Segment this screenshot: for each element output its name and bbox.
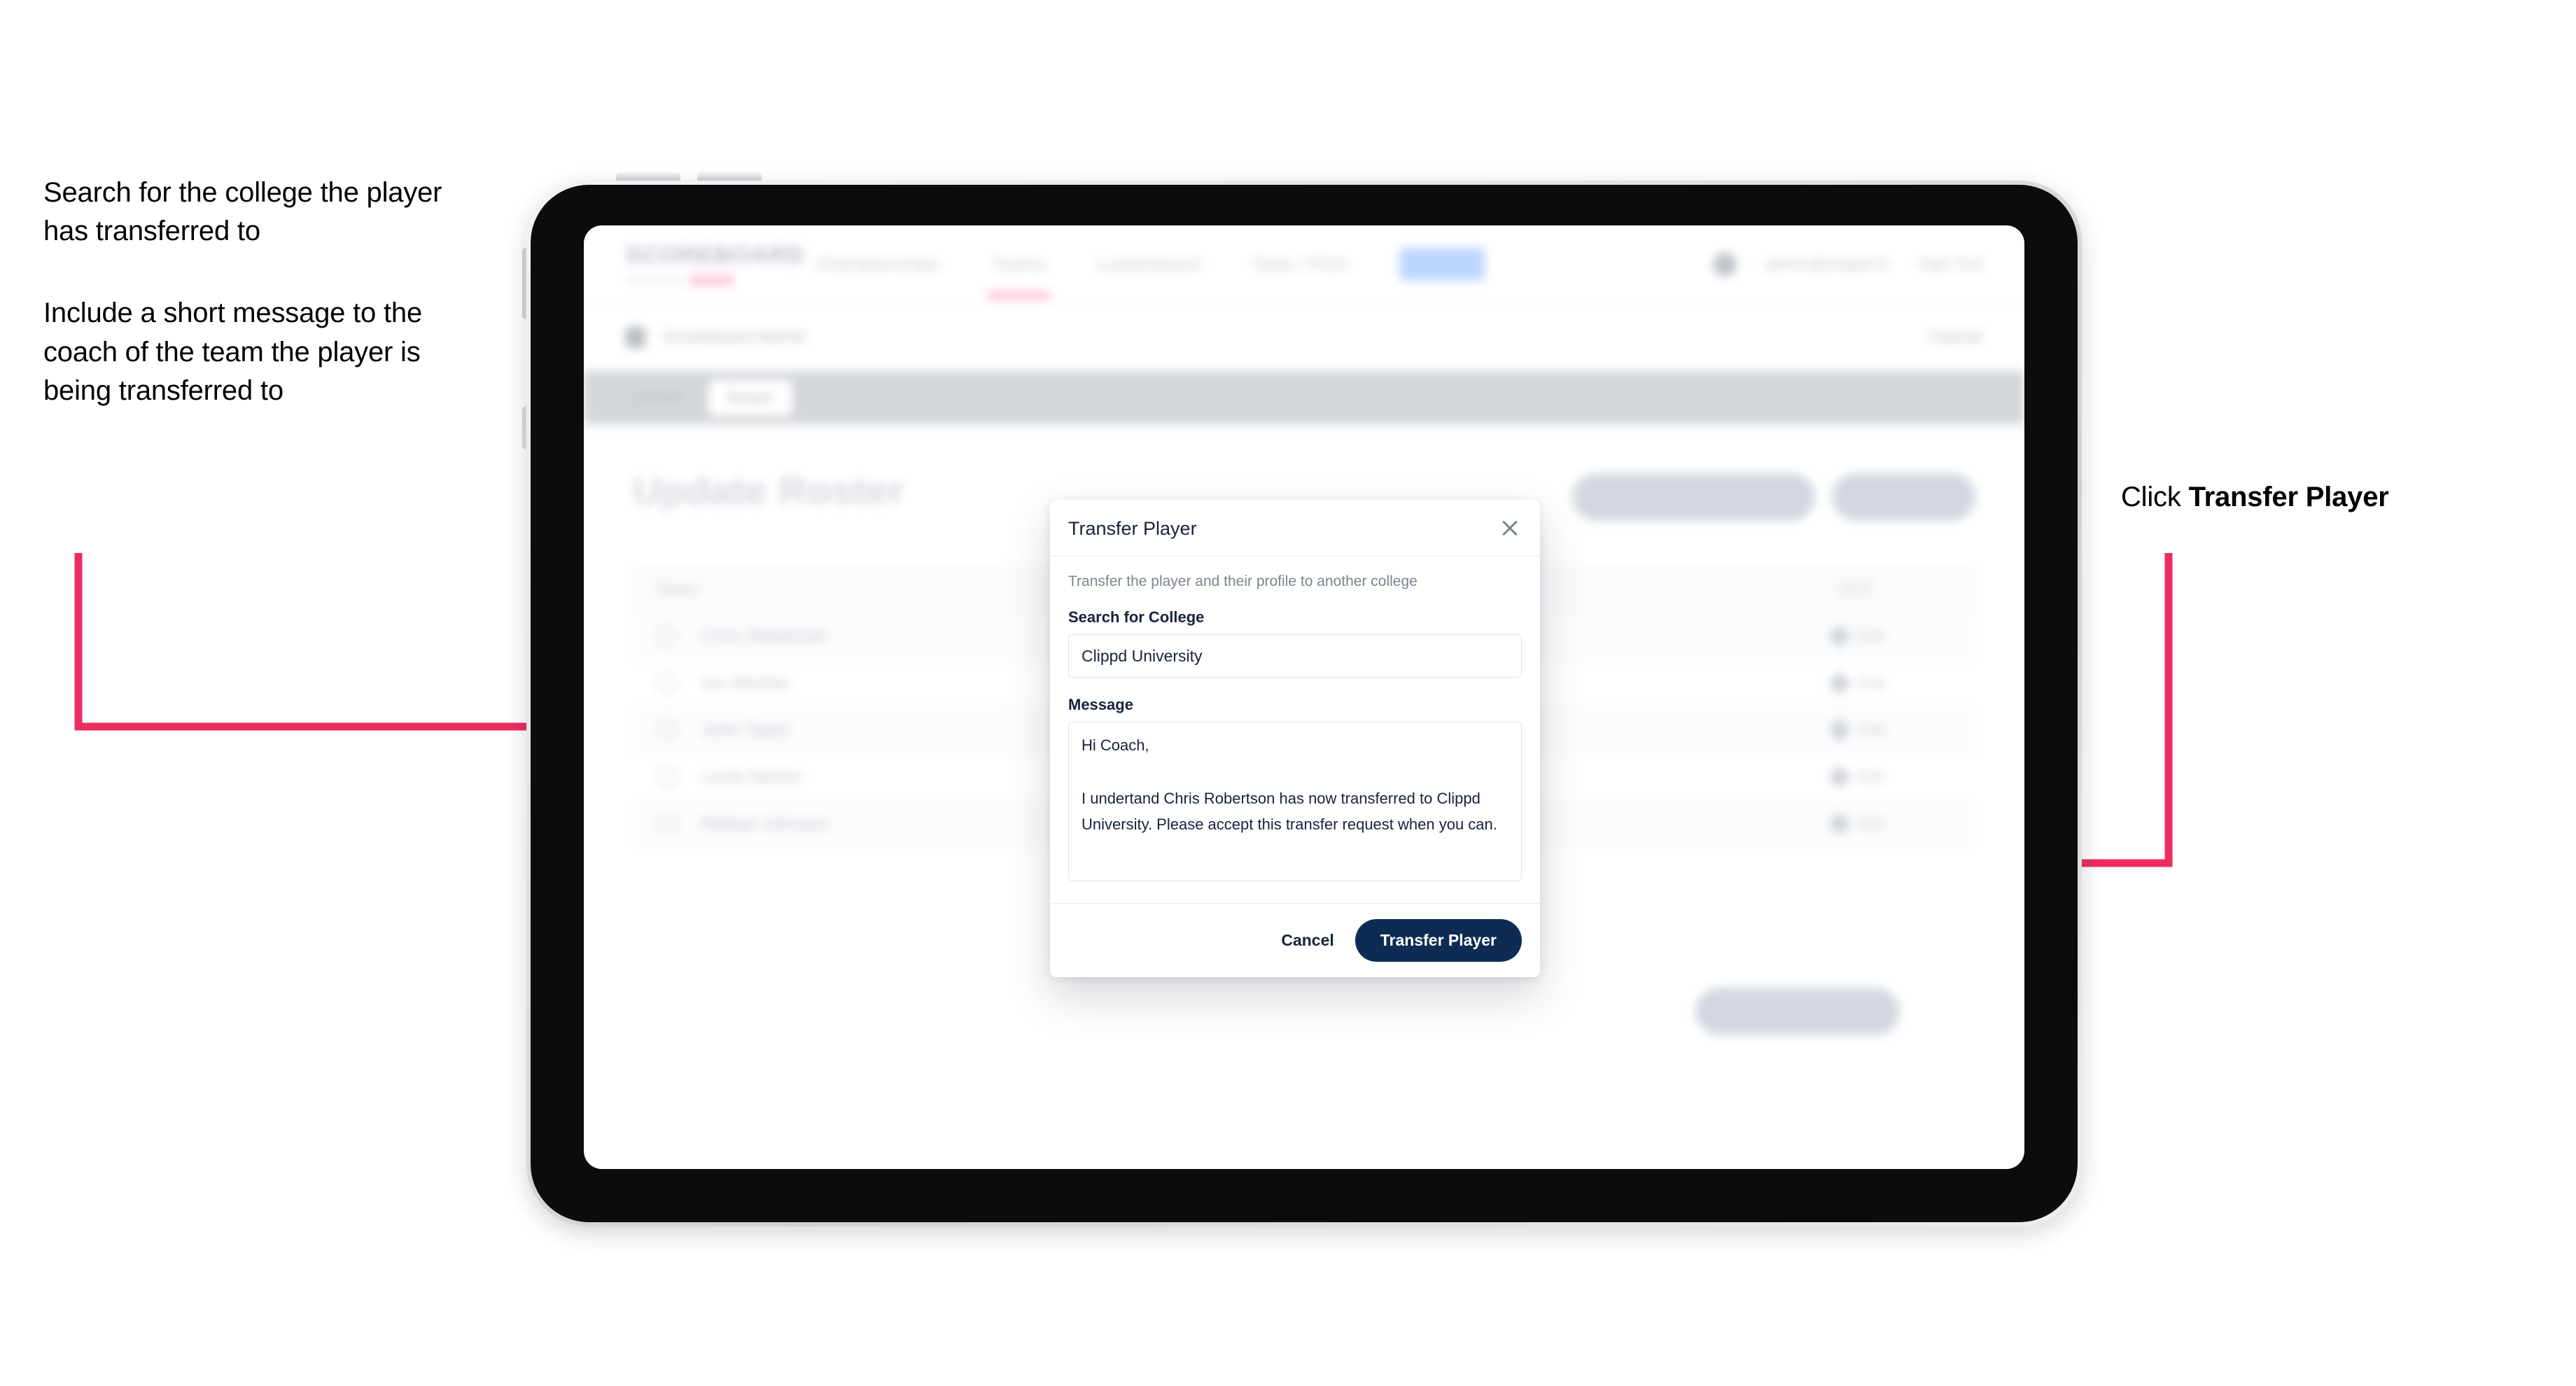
tab-roster[interactable]: Roster — [708, 379, 793, 416]
roster-col-edit: EDIT — [1839, 580, 1875, 598]
logo-wordmark: SCOREBOARD — [626, 242, 805, 269]
player-name: Chris Robertson — [701, 626, 828, 646]
request-player-transfer-button[interactable]: Request Player Transfer — [1572, 473, 1815, 521]
cancel-button[interactable]: Cancel — [1281, 931, 1334, 950]
logo-accent-mark — [690, 275, 734, 286]
roster-col-name: Name — [657, 580, 698, 598]
message-field-label: Message — [1068, 696, 1133, 713]
player-name: John Taylor — [701, 720, 791, 740]
nav-item-leaderboard[interactable]: Leaderboard — [1098, 253, 1200, 275]
dialog-footer: Cancel Transfer Player — [1050, 903, 1540, 977]
tab-bar: Details Roster — [584, 371, 2024, 424]
breadcrumb-cancel[interactable]: Cancel — [1928, 327, 1982, 347]
annotation-left-line-1: Search for the college the player has tr… — [43, 177, 442, 247]
row-edit-action[interactable]: Edit — [1828, 671, 1952, 695]
app-header-right: admin@clippd.io Sign Out — [1712, 252, 1982, 276]
breadcrumb-label: Scoreboard Admin — [662, 327, 806, 346]
logo-sub-text: Powered by — [626, 274, 685, 286]
breadcrumb: Scoreboard Admin Cancel — [584, 304, 2024, 371]
row-edit-action[interactable]: Edit — [1828, 718, 1952, 742]
row-edit-action[interactable]: Edit — [1828, 812, 1952, 836]
dialog-body: Transfer the player and their profile to… — [1050, 556, 1540, 903]
college-field-label: Search for College — [1068, 608, 1205, 626]
search-college-input[interactable] — [1068, 634, 1522, 678]
save-and-continue-button[interactable]: Save and Continue — [1695, 988, 1900, 1035]
dialog-subtitle: Transfer the player and their profile to… — [1068, 573, 1418, 589]
dialog-title: Transfer Player — [1068, 517, 1197, 539]
row-edit-action[interactable]: Edit — [1828, 624, 1952, 648]
transfer-player-button[interactable]: Transfer Player — [1354, 919, 1522, 962]
row-edit-label: Edit — [1858, 721, 1884, 738]
pencil-icon — [1828, 765, 1852, 789]
tab-details[interactable]: Details — [616, 380, 701, 416]
row-select-checkbox[interactable] — [657, 626, 678, 647]
close-icon[interactable] — [1498, 517, 1522, 540]
player-name: Lewis Barton — [701, 766, 803, 787]
annotation-right: Click Transfer Player — [2121, 478, 2555, 517]
row-edit-label: Edit — [1858, 815, 1884, 832]
pencil-icon — [1828, 671, 1852, 695]
app-header: SCOREBOARD Powered by Championships Team… — [584, 225, 2024, 304]
annotation-left: Search for the college the player has tr… — [43, 174, 477, 410]
nav-item-teams[interactable]: Teams — [988, 253, 1050, 299]
row-edit-action[interactable]: Edit — [1828, 765, 1952, 789]
nav-item-stats[interactable]: Stats / PGA — [1252, 253, 1348, 275]
logo-subline: Powered by — [626, 274, 756, 286]
main-nav: Championships Teams Leaderboard Stats / … — [815, 248, 1485, 299]
avatar[interactable] — [1712, 252, 1737, 276]
breadcrumb-icon — [626, 326, 645, 348]
message-textarea[interactable] — [1068, 722, 1522, 881]
row-select-checkbox[interactable] — [657, 813, 678, 834]
row-edit-label: Edit — [1858, 627, 1884, 645]
dialog-header: Transfer Player — [1050, 500, 1540, 556]
annotation-right-prefix: Click — [2121, 482, 2189, 512]
annotation-right-bold: Transfer Player — [2188, 482, 2389, 512]
screenshot-root: Search for the college the player has tr… — [0, 0, 2576, 1386]
player-name: Ian Whelan — [701, 673, 790, 693]
row-edit-label: Edit — [1858, 768, 1884, 785]
add-player-button[interactable]: Add Player — [1831, 473, 1975, 521]
pencil-icon — [1828, 812, 1852, 836]
sign-out-link[interactable]: Sign Out — [1917, 255, 1982, 274]
header-actions: Request Player Transfer Add Player — [1572, 468, 1975, 521]
nav-item-admin[interactable]: Admin — [1399, 248, 1485, 281]
user-email: admin@clippd.io — [1764, 254, 1889, 274]
row-select-checkbox[interactable] — [657, 720, 678, 741]
row-edit-label: Edit — [1858, 674, 1884, 692]
logo[interactable]: SCOREBOARD Powered by — [626, 242, 805, 286]
pencil-icon — [1828, 624, 1852, 648]
annotation-left-line-2: Include a short message to the coach of … — [43, 298, 422, 406]
player-name: Nathan Johnson — [701, 813, 830, 834]
nav-item-championships[interactable]: Championships — [815, 253, 940, 275]
pencil-icon — [1828, 718, 1852, 742]
page-title: Update Roster — [633, 468, 904, 512]
row-select-checkbox[interactable] — [657, 673, 678, 694]
transfer-player-dialog: Transfer Player Transfer the player and … — [1050, 500, 1540, 977]
row-select-checkbox[interactable] — [657, 766, 678, 788]
